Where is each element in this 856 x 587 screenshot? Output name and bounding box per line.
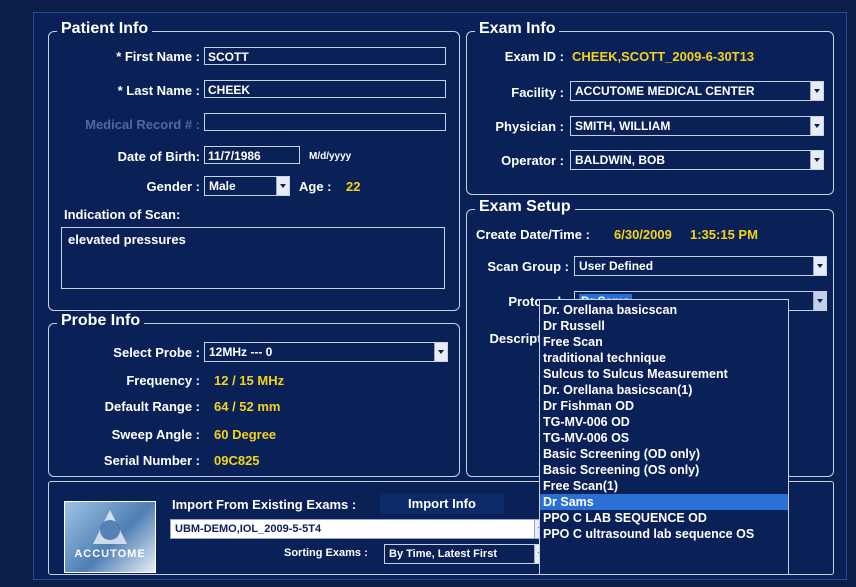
frequency-label: Frequency : <box>126 373 200 388</box>
last-name-label: * Last Name : <box>117 83 200 98</box>
protocol-option[interactable]: PPO C LAB SEQUENCE OD <box>540 510 788 526</box>
facility-value: ACCUTOME MEDICAL CENTER <box>575 84 755 98</box>
protocol-option[interactable]: Sulcus to Sulcus Measurement <box>540 366 788 382</box>
gender-select[interactable]: Male <box>204 176 290 196</box>
operator-select[interactable]: BALDWIN, BOB <box>570 150 824 170</box>
exam-id-label: Exam ID : <box>504 49 564 64</box>
facility-select[interactable]: ACCUTOME MEDICAL CENTER <box>570 81 824 101</box>
serial-number-value: 09C825 <box>214 453 260 468</box>
protocol-option[interactable]: Dr. Orellana basicscan(1) <box>540 382 788 398</box>
accutome-logo: ACCUTOME <box>64 501 156 573</box>
last-name-field[interactable]: CHEEK <box>204 80 446 98</box>
indication-textarea[interactable]: elevated pressures <box>61 227 445 289</box>
dialog-frame: Patient Info * First Name : SCOTT * Last… <box>0 0 856 587</box>
import-label: Import From Existing Exams : <box>172 497 357 512</box>
physician-label: Physician : <box>495 119 564 134</box>
scan-group-select[interactable]: User Defined <box>574 256 827 276</box>
sorting-label: Sorting Exams : <box>284 547 368 559</box>
chevron-down-icon[interactable] <box>276 177 289 195</box>
sweep-angle-label: Sweep Angle : <box>111 427 200 442</box>
exam-id-value: CHEEK,SCOTT_2009-6-30T13 <box>572 49 755 64</box>
physician-value: SMITH, WILLIAM <box>575 119 671 133</box>
logo-text: ACCUTOME <box>74 548 146 560</box>
default-range-value: 64 / 52 mm <box>214 399 281 414</box>
protocol-dropdown-list: Dr. Orellana basicscan Dr Russell Free Sca… <box>539 299 789 575</box>
dob-label: Date of Birth: <box>117 149 200 164</box>
first-name-field[interactable]: SCOTT <box>204 47 446 65</box>
select-probe-label: Select Probe : <box>113 345 200 360</box>
chevron-down-icon[interactable] <box>434 343 447 361</box>
sorting-select[interactable]: By Time, Latest First <box>384 544 548 564</box>
chevron-down-icon[interactable] <box>810 117 823 135</box>
scan-group-value: User Defined <box>579 259 654 273</box>
chevron-down-icon[interactable] <box>810 82 823 100</box>
default-range-label: Default Range : <box>104 399 200 414</box>
protocol-option[interactable]: Free Scan <box>540 334 788 350</box>
patient-info-legend: Patient Info <box>57 20 153 38</box>
chevron-down-icon[interactable] <box>813 257 826 275</box>
probe-info-legend: Probe Info <box>57 312 145 330</box>
gender-label: Gender : <box>146 179 200 194</box>
medical-record-field[interactable] <box>204 113 446 131</box>
protocol-option[interactable]: Basic Screening (OD only) <box>540 446 788 462</box>
import-info-button[interactable]: Import Info <box>380 494 504 514</box>
operator-label: Operator : <box>501 153 564 168</box>
protocol-option[interactable]: PPO C ultrasound lab sequence OS <box>540 526 788 542</box>
age-value: 22 <box>346 179 361 194</box>
protocol-option[interactable]: TG-MV-006 OS <box>540 430 788 446</box>
logo-mark-icon <box>93 510 127 544</box>
chevron-down-icon[interactable] <box>813 292 826 310</box>
frequency-value: 12 / 15 MHz <box>214 373 285 388</box>
protocol-option[interactable]: Dr Sams <box>540 494 788 510</box>
gender-value: Male <box>209 179 236 193</box>
operator-value: BALDWIN, BOB <box>575 153 665 167</box>
protocol-option[interactable]: traditional technique <box>540 350 788 366</box>
existing-exam-value: UBM-DEMO,IOL_2009-5-5T4 <box>175 523 322 535</box>
sorting-value: By Time, Latest First <box>389 548 497 560</box>
indication-label: Indication of Scan: <box>64 207 181 222</box>
probe-select[interactable]: 12MHz --- 0 <box>204 342 448 362</box>
protocol-option[interactable]: Basic Screening (OS only) <box>540 462 788 478</box>
protocol-option[interactable]: TG-MV-006 OD <box>540 414 788 430</box>
dob-format-hint: M/d/yyyy <box>309 151 352 162</box>
physician-select[interactable]: SMITH, WILLIAM <box>570 116 824 136</box>
protocol-option[interactable]: Dr Fishman OD <box>540 398 788 414</box>
exam-setup-legend: Exam Setup <box>475 198 575 216</box>
dob-field[interactable]: 11/7/1986 <box>204 146 300 164</box>
scan-group-label: Scan Group : <box>487 259 569 274</box>
serial-number-label: Serial Number : <box>103 453 200 468</box>
medical-record-label: Medical Record # : <box>85 117 200 132</box>
probe-value: 12MHz --- 0 <box>209 345 273 359</box>
protocol-option[interactable]: Dr. Orellana basicscan <box>540 302 788 318</box>
protocol-option[interactable]: Dr Russell <box>540 318 788 334</box>
create-datetime-label: Create Date/Time : <box>476 227 590 242</box>
exam-info-legend: Exam Info <box>475 20 560 38</box>
existing-exam-select[interactable]: UBM-DEMO,IOL_2009-5-5T4 <box>170 519 548 539</box>
create-date-value: 6/30/2009 <box>614 227 672 242</box>
facility-label: Facility : <box>511 85 564 100</box>
chevron-down-icon[interactable] <box>810 151 823 169</box>
create-time-value: 1:35:15 PM <box>690 227 758 242</box>
first-name-label: * First Name : <box>116 49 200 64</box>
sweep-angle-value: 60 Degree <box>214 427 277 442</box>
age-label: Age : <box>299 179 332 194</box>
protocol-option[interactable]: Free Scan(1) <box>540 478 788 494</box>
